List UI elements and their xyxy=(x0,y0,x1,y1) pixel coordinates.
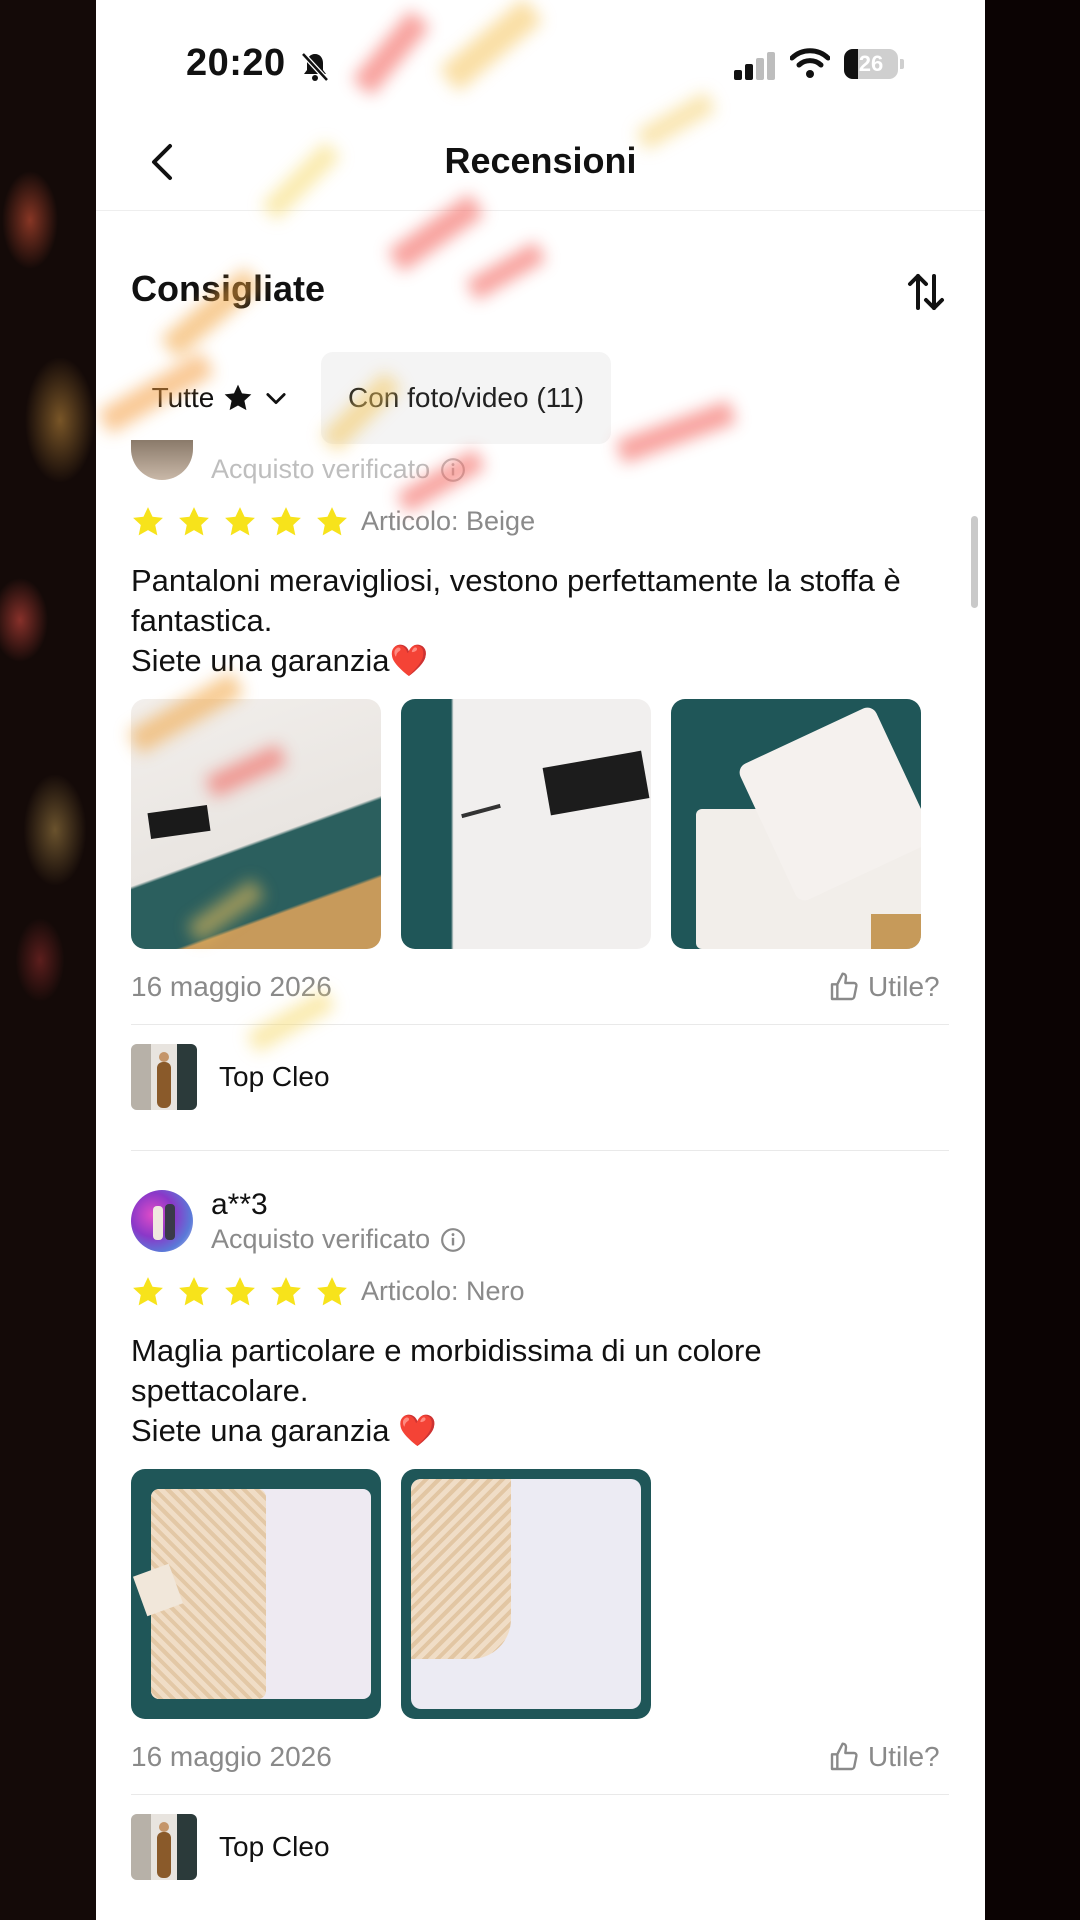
star-icon xyxy=(271,1277,301,1306)
reviewer-avatar xyxy=(131,1190,193,1252)
star-icon xyxy=(225,384,252,411)
product-link[interactable]: Top Cleo xyxy=(131,1044,330,1110)
thumbs-up-icon xyxy=(830,1742,858,1771)
page-title: Recensioni xyxy=(444,140,637,181)
review-photo[interactable] xyxy=(401,1469,651,1719)
star-icon xyxy=(133,507,163,536)
status-bar: 20:20 26 xyxy=(96,0,985,130)
reviewer-avatar xyxy=(131,440,193,480)
product-thumbnail xyxy=(131,1044,197,1110)
star-icon xyxy=(317,507,347,536)
review-card: Acquisto verificato Articolo: Beige Pant… xyxy=(96,440,985,1140)
divider xyxy=(131,1024,949,1025)
phone-screen: 20:20 26 Recensioni Consigliate Tutte Co… xyxy=(96,0,985,1920)
review-text: Pantaloni meravigliosi, vestono perfetta… xyxy=(131,563,901,678)
star-icon xyxy=(317,1277,347,1306)
review-photo[interactable] xyxy=(671,699,921,949)
thumbs-up-icon xyxy=(830,972,858,1001)
product-thumbnail xyxy=(131,1814,197,1880)
star-rating xyxy=(131,1275,349,1309)
scrollbar[interactable] xyxy=(971,516,978,608)
background-left xyxy=(0,0,96,1920)
divider xyxy=(131,1150,949,1151)
battery-percent: 26 xyxy=(858,51,884,76)
verified-purchase: Acquisto verificato xyxy=(211,454,466,485)
verified-purchase: Acquisto verificato xyxy=(211,1224,466,1255)
helpful-button[interactable]: Utile? xyxy=(828,971,940,1003)
status-time: 20:20 xyxy=(186,42,286,84)
star-icon xyxy=(225,1277,255,1306)
info-icon[interactable] xyxy=(440,1227,466,1253)
battery-indicator: 26 xyxy=(844,49,906,79)
product-name: Top Cleo xyxy=(219,1061,330,1092)
product-name: Top Cleo xyxy=(219,1831,330,1862)
signal-icon xyxy=(734,52,775,80)
review-photo[interactable] xyxy=(131,699,381,949)
sort-icon[interactable] xyxy=(904,270,948,314)
review-variant: Articolo: Beige xyxy=(361,506,536,536)
review-text: Maglia particolare e morbidissima di un … xyxy=(131,1333,762,1448)
star-icon xyxy=(179,507,209,536)
star-icon xyxy=(133,1277,163,1306)
filter-with-media[interactable]: Con foto/video (11) xyxy=(321,352,611,444)
star-icon xyxy=(179,1277,209,1306)
divider xyxy=(131,1794,949,1795)
wifi-icon xyxy=(790,48,830,78)
section-title: Consigliate xyxy=(131,268,326,309)
background-right xyxy=(985,0,1080,1920)
review-card: a**3 Acquisto verificato Articolo: Nero … xyxy=(96,1188,985,1890)
star-icon xyxy=(271,507,301,536)
review-variant: Articolo: Nero xyxy=(361,1276,525,1306)
review-photos xyxy=(131,699,921,949)
filter-all-dropdown[interactable]: Tutte xyxy=(131,352,311,444)
product-link[interactable]: Top Cleo xyxy=(131,1814,330,1880)
star-rating xyxy=(131,505,349,539)
review-date: 16 maggio 2026 xyxy=(131,1741,332,1772)
bell-muted-icon xyxy=(301,52,329,82)
review-photo[interactable] xyxy=(131,1469,381,1719)
nav-bar: Recensioni xyxy=(96,130,985,211)
star-icon xyxy=(225,507,255,536)
chevron-down-icon xyxy=(266,393,286,405)
helpful-button[interactable]: Utile? xyxy=(828,1741,940,1773)
filter-all-label: Tutte xyxy=(151,382,215,413)
review-photo[interactable] xyxy=(401,699,651,949)
reviewer-name: a**3 xyxy=(211,1188,268,1221)
review-date: 16 maggio 2026 xyxy=(131,971,332,1002)
review-photos xyxy=(131,1469,651,1719)
info-icon[interactable] xyxy=(440,457,466,483)
